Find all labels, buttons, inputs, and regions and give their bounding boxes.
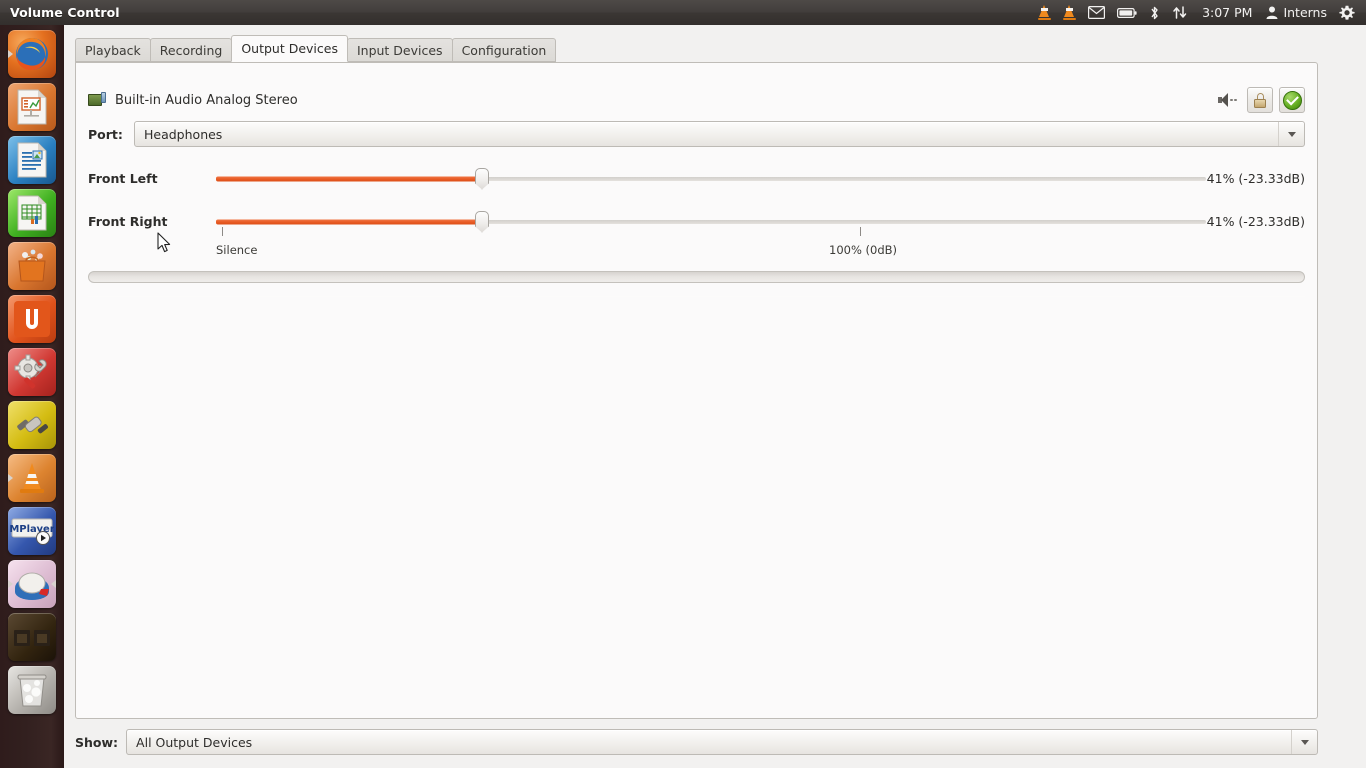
clock[interactable]: 3:07 PM [1195,0,1259,25]
battery-icon[interactable] [1112,0,1142,25]
check-circle-icon [1282,90,1302,110]
port-value: Headphones [144,126,223,142]
bluetooth-icon[interactable] [1144,0,1165,25]
firefox-icon [16,38,48,71]
channel-label: Front Left [88,171,158,186]
chevron-down-icon [1278,122,1304,146]
launcher-item-vlc[interactable] [8,454,56,502]
writer-icon [17,142,47,178]
front-right-slider[interactable] [216,210,1206,233]
tab-output-devices[interactable]: Output Devices [231,35,348,62]
channel-label: Front Right [88,214,168,229]
tab-label: Playback [85,42,141,58]
software-bag-icon [18,249,46,282]
device-controls [1217,83,1305,117]
device-card: Built-in Audio Analog Stereo Port: Headp… [76,83,1317,297]
launcher-item-workspace-switcher[interactable] [8,613,56,661]
settings-gear-wrench-icon [14,354,47,389]
lock-channels-button[interactable] [1247,87,1273,113]
port-select[interactable]: Headphones [134,121,1305,147]
launcher-item-trash[interactable] [8,666,56,714]
slider-row-front-left: Front Left 41% (-23.33dB) [88,157,1305,200]
workspace-icon [14,630,50,646]
system-tray: 3:07 PM Interns [1033,0,1366,25]
slider-handle[interactable] [475,210,489,233]
vlc-cone-icon [20,463,44,493]
launcher-item-firefox[interactable] [8,30,56,78]
tab-label: Output Devices [241,41,338,56]
speaker-icon[interactable] [1217,91,1239,109]
tab-label: Configuration [461,42,547,58]
scale-marks: Silence 100% (0dB) [216,227,1206,269]
mail-envelope-icon[interactable] [1083,0,1110,25]
volume-control-window: Playback Recording Output Devices Input … [64,25,1366,768]
user-menu[interactable]: Interns [1261,0,1332,25]
launcher-item-ubuntu-one[interactable] [8,295,56,343]
front-left-value: 41% (-23.33dB) [1206,171,1305,186]
lock-icon [1254,92,1267,108]
impress-icon [17,89,47,125]
mark-silence: Silence [216,243,258,257]
launcher-item-libreoffice-impress[interactable] [8,83,56,131]
port-row: Port: Headphones [88,121,1305,147]
slider-row-front-right: Front Right 41% (-23.33dB) [88,200,1305,243]
silence-tick-icon [222,227,223,236]
hardware-tool-icon [17,416,48,434]
vlc-cone-icon[interactable] [1033,0,1056,25]
launcher-item-volume-control[interactable] [8,560,56,608]
tab-bar: Playback Recording Output Devices Input … [75,35,557,62]
slider-fill [216,219,482,224]
launcher-item-libreoffice-writer[interactable] [8,136,56,184]
tab-input-devices[interactable]: Input Devices [346,38,453,62]
launcher-item-libreoffice-calc[interactable] [8,189,56,237]
slider-fill [216,176,482,181]
max-tick-icon [860,227,861,236]
running-indicator-icon [8,50,13,58]
launcher-item-ubuntu-software-center[interactable] [8,242,56,290]
pulseaudio-icon [15,572,49,600]
running-indicator-icon [8,474,13,482]
divider [88,296,1305,297]
user-icon [1266,6,1278,19]
show-value: All Output Devices [136,734,253,750]
tab-playback[interactable]: Playback [75,38,151,62]
device-header: Built-in Audio Analog Stereo [88,83,1305,117]
tab-recording[interactable]: Recording [149,38,233,62]
unity-launcher: MPlayer [0,25,64,768]
show-label: Show: [75,734,119,750]
top-panel: Volume Control 3:07 PM Interns [0,0,1366,25]
mark-max: 100% (0dB) [829,243,898,257]
port-label: Port: [88,126,123,142]
chevron-down-icon [1291,730,1317,754]
mplayer-icon: MPlayer [10,518,54,545]
focused-indicator-icon [51,580,56,588]
front-left-slider[interactable] [216,167,1206,190]
user-name: Interns [1283,5,1327,20]
tab-configuration[interactable]: Configuration [451,38,557,62]
ubuntu-one-icon [14,301,50,337]
set-default-device-button[interactable] [1279,87,1305,113]
channel-sliders: Front Left 41% (-23.33dB) Front Right 41… [88,157,1305,297]
running-indicator-icon [8,580,13,588]
device-name: Built-in Audio Analog Stereo [115,92,298,108]
gear-icon[interactable] [1334,0,1360,25]
tab-label: Input Devices [356,42,443,58]
launcher-item-hardware-tool[interactable] [8,401,56,449]
show-select[interactable]: All Output Devices [126,729,1318,755]
tab-panel-output-devices: Built-in Audio Analog Stereo Port: Headp… [75,62,1318,719]
calc-icon [17,195,47,231]
tab-label: Recording [159,42,223,58]
launcher-item-mplayer[interactable]: MPlayer [8,507,56,555]
sound-card-icon [88,92,106,108]
vlc-cone-icon[interactable] [1058,0,1081,25]
trash-icon [17,674,47,707]
front-right-value: 41% (-23.33dB) [1206,214,1305,229]
show-filter-row: Show: All Output Devices [75,728,1318,756]
peak-level-meter [88,271,1305,283]
launcher-item-system-settings[interactable] [8,348,56,396]
slider-handle[interactable] [475,167,489,190]
network-updown-icon[interactable] [1167,0,1193,25]
window-title: Volume Control [10,5,120,20]
